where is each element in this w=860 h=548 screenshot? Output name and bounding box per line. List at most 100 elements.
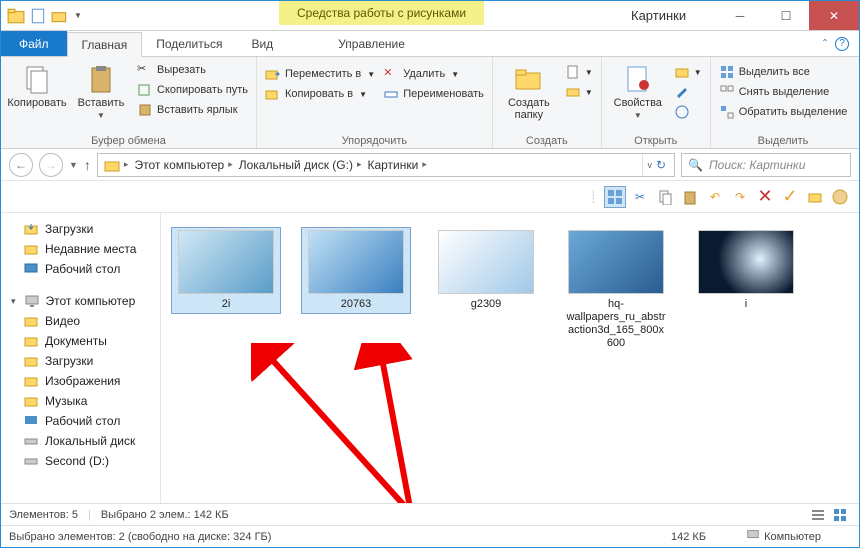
video-icon: [23, 313, 39, 329]
sidebar-item[interactable]: Second (D:): [1, 451, 160, 471]
sidebar-item[interactable]: Изображения: [1, 371, 160, 391]
secondary-toolbar: ┊ ✂ ↶ ↷ ✕ ✓: [1, 181, 859, 213]
sidebar-item[interactable]: Загрузки: [1, 219, 160, 239]
addr-dropdown-icon[interactable]: v: [647, 160, 652, 170]
thumbnail: [438, 230, 534, 294]
edit-button[interactable]: [672, 83, 704, 101]
tb-delete-icon[interactable]: ✕: [754, 186, 776, 208]
ribbon-group-select: Выделить все Снять выделение Обратить вы…: [711, 57, 856, 148]
ribbon-group-organize: Переместить в▼ Копировать в▼ ✕Удалить▼ П…: [257, 57, 493, 148]
invert-selection-button[interactable]: Обратить выделение: [717, 103, 850, 121]
sidebar-item[interactable]: Рабочий стол: [1, 259, 160, 279]
file-item[interactable]: i: [691, 227, 801, 314]
file-item[interactable]: 2i: [171, 227, 281, 314]
select-none-icon: [719, 84, 735, 100]
view-tab[interactable]: Вид: [237, 31, 288, 56]
up-button[interactable]: ↑: [84, 157, 91, 173]
ribbon-group-open: Свойства ▼ ▼ Открыть: [602, 57, 711, 148]
window-title: Картинки: [631, 1, 686, 31]
tb-cut-icon[interactable]: ✂: [629, 186, 651, 208]
annotation-arrows: [251, 343, 471, 503]
context-tab-header: Средства работы с рисунками: [279, 1, 484, 25]
history-icon: [674, 104, 690, 120]
properties-button[interactable]: Свойства ▼: [608, 59, 668, 120]
back-button[interactable]: ←: [9, 153, 33, 177]
computer-icon: [746, 528, 760, 545]
tb-generic-icon[interactable]: [804, 186, 826, 208]
breadcrumb-path[interactable]: ▸ Этот компьютер▸ Локальный диск (G:)▸ К…: [97, 153, 675, 177]
minimize-button[interactable]: ─: [717, 1, 763, 30]
qat-new-folder-icon[interactable]: [51, 7, 69, 25]
qat-properties-icon[interactable]: [29, 7, 47, 25]
sidebar-item[interactable]: Музыка: [1, 391, 160, 411]
file-tab[interactable]: Файл: [1, 31, 67, 56]
help-icon[interactable]: ?: [835, 37, 849, 51]
sidebar-item[interactable]: Загрузки: [1, 351, 160, 371]
desktop-icon: [23, 261, 39, 277]
sidebar-item[interactable]: Недавние места: [1, 239, 160, 259]
tb-check-icon[interactable]: ✓: [779, 186, 801, 208]
new-item-button[interactable]: ▼: [563, 63, 595, 81]
crumb-pc[interactable]: Этот компьютер▸: [132, 158, 234, 172]
easy-access-button[interactable]: ▼: [563, 83, 595, 101]
tb-copy-icon[interactable]: [654, 186, 676, 208]
folder-icon: ▸: [102, 157, 131, 173]
copy-to-icon: [265, 86, 281, 102]
ribbon-group-new: Создать папку ▼ ▼ Создать: [493, 57, 602, 148]
select-all-button[interactable]: Выделить все: [717, 63, 850, 81]
copy-to-button[interactable]: Копировать в▼: [263, 85, 377, 103]
view-icons-button[interactable]: [829, 504, 851, 526]
move-to-button[interactable]: Переместить в▼: [263, 65, 377, 83]
close-button[interactable]: ✕: [809, 1, 859, 30]
open-button[interactable]: ▼: [672, 63, 704, 81]
navigation-sidebar[interactable]: Загрузки Недавние места Рабочий стол ▾Эт…: [1, 213, 161, 503]
sidebar-item[interactable]: Видео: [1, 311, 160, 331]
delete-button[interactable]: ✕Удалить▼: [381, 65, 486, 83]
cut-button[interactable]: ✂Вырезать: [135, 61, 250, 79]
paste-button[interactable]: Вставить ▼: [71, 59, 131, 120]
recent-locations-icon[interactable]: ▼: [69, 160, 78, 170]
content-pane[interactable]: 2i 20763 g2309 hq-wallpapers_ru_abstract…: [161, 213, 859, 503]
view-details-button[interactable]: [807, 504, 829, 526]
file-item[interactable]: g2309: [431, 227, 541, 314]
details-computer: Компьютер: [764, 531, 821, 543]
view-large-icons-button[interactable]: [604, 186, 626, 208]
paste-shortcut-button[interactable]: Вставить ярлык: [135, 101, 250, 119]
forward-button[interactable]: →: [39, 153, 63, 177]
search-input[interactable]: 🔍 Поиск: Картинки: [681, 153, 851, 177]
copy-path-button[interactable]: Скопировать путь: [135, 81, 250, 99]
shortcut-icon: [137, 102, 153, 118]
select-none-button[interactable]: Снять выделение: [717, 83, 850, 101]
file-item[interactable]: 20763: [301, 227, 411, 314]
share-tab[interactable]: Поделиться: [142, 31, 237, 56]
home-tab[interactable]: Главная: [67, 32, 143, 57]
copy-button[interactable]: Копировать: [7, 59, 67, 109]
sidebar-pc-header[interactable]: ▾Этот компьютер: [1, 291, 160, 311]
sidebar-item[interactable]: Документы: [1, 331, 160, 351]
refresh-icon[interactable]: ↻: [656, 158, 666, 172]
docs-icon: [23, 333, 39, 349]
ribbon-collapse-icon[interactable]: ˆ: [823, 37, 827, 51]
title-bar: ▼ Средства работы с рисунками Картинки ─…: [1, 1, 859, 31]
sidebar-item[interactable]: Рабочий стол: [1, 411, 160, 431]
manage-tab[interactable]: Управление: [316, 31, 427, 56]
history-button[interactable]: [672, 103, 704, 121]
expand-icon[interactable]: ▾: [11, 296, 16, 307]
tb-redo-icon[interactable]: ↷: [729, 186, 751, 208]
crumb-disk[interactable]: Локальный диск (G:)▸: [237, 158, 364, 172]
file-item[interactable]: hq-wallpapers_ru_abstraction3d_165_800x6…: [561, 227, 671, 353]
main-area: Загрузки Недавние места Рабочий стол ▾Эт…: [1, 213, 859, 503]
new-folder-button[interactable]: Создать папку: [499, 59, 559, 121]
sidebar-item[interactable]: Локальный диск: [1, 431, 160, 451]
qat-dropdown-icon[interactable]: ▼: [73, 7, 83, 25]
rename-icon: [383, 86, 399, 102]
downloads-icon: [23, 353, 39, 369]
tb-shell-icon[interactable]: [829, 186, 851, 208]
disk-icon: [23, 433, 39, 449]
tb-undo-icon[interactable]: ↶: [704, 186, 726, 208]
copy-path-icon: [137, 82, 153, 98]
rename-button[interactable]: Переименовать: [381, 85, 486, 103]
crumb-folder[interactable]: Картинки▸: [365, 158, 428, 172]
tb-paste-icon[interactable]: [679, 186, 701, 208]
maximize-button[interactable]: ☐: [763, 1, 809, 30]
